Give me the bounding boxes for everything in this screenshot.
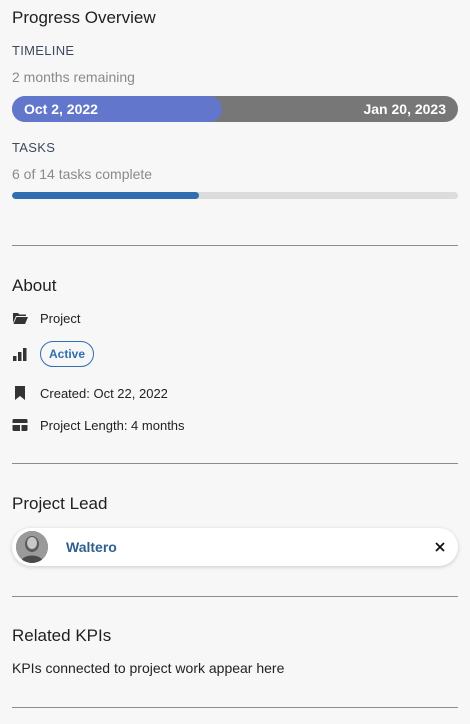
project-lead-chip[interactable]: Waltero — [12, 528, 458, 566]
timeline-bar: Oct 2, 2022 Jan 20, 2023 — [12, 96, 458, 122]
tasks-progress-fill — [12, 192, 200, 199]
about-length-text: Project Length: 4 months — [40, 417, 185, 433]
bookmark-icon — [12, 385, 28, 401]
related-kpis-title: Related KPIs — [12, 626, 112, 645]
progress-overview-title: Progress Overview — [12, 8, 156, 27]
timeline-remaining: 2 months remaining — [12, 69, 135, 85]
folder-open-icon — [12, 310, 28, 326]
timeline-label: TIMELINE — [12, 43, 75, 58]
about-type-text: Project — [40, 310, 81, 326]
about-length-row: Project Length: 4 months — [12, 417, 185, 433]
timeline-start-date: Oct 2, 2022 — [24, 101, 98, 117]
tasks-summary: 6 of 14 tasks complete — [12, 166, 153, 182]
divider — [12, 463, 458, 464]
avatar — [16, 531, 48, 563]
close-icon[interactable] — [432, 539, 448, 555]
card-icon — [12, 417, 28, 433]
divider — [12, 596, 458, 597]
about-created-text: Created: Oct 22, 2022 — [40, 385, 168, 401]
status-badge: Active — [40, 341, 95, 367]
timeline-end-date: Jan 20, 2023 — [363, 101, 446, 117]
divider — [12, 245, 458, 246]
about-title: About — [12, 276, 57, 295]
tasks-label: TASKS — [12, 140, 56, 155]
about-status-row: Active — [12, 341, 95, 367]
bar-chart-icon — [12, 346, 28, 362]
tasks-progress-bar — [12, 192, 458, 199]
project-lead-name[interactable]: Waltero — [66, 528, 117, 566]
divider — [12, 707, 458, 708]
about-created-row: Created: Oct 22, 2022 — [12, 385, 168, 401]
project-lead-title: Project Lead — [12, 494, 108, 513]
related-kpis-empty-text: KPIs connected to project work appear he… — [12, 660, 285, 676]
about-type-row: Project — [12, 310, 80, 326]
